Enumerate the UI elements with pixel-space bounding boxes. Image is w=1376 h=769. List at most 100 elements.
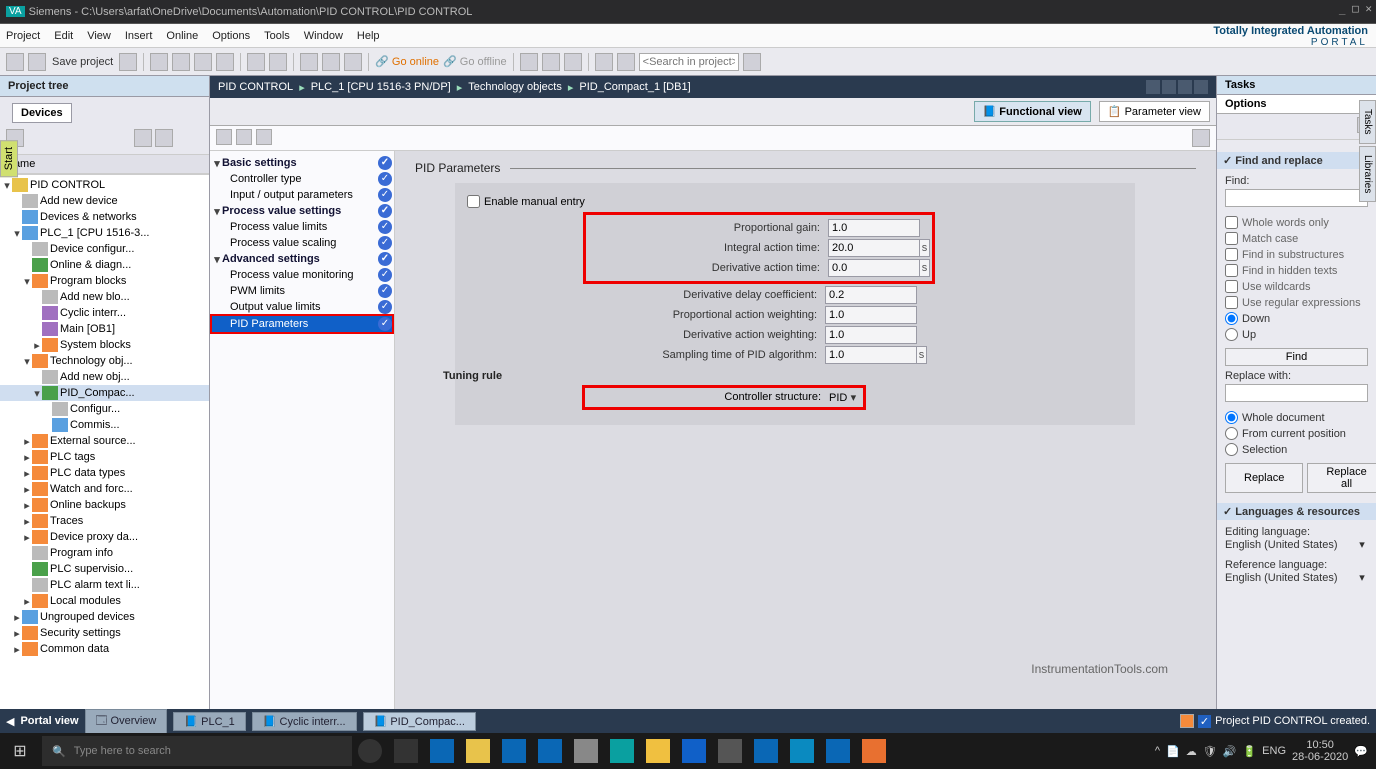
ref-lang-combo[interactable]: English (United States)▾ <box>1225 571 1368 584</box>
crumb-3[interactable]: PID_Compact_1 [DB1] <box>579 81 690 93</box>
download-icon[interactable] <box>322 53 340 71</box>
side-libraries[interactable]: Libraries <box>1359 146 1376 202</box>
win-search[interactable]: 🔍 Type here to search <box>42 736 352 766</box>
replace-input[interactable] <box>1225 384 1368 402</box>
app2-icon[interactable] <box>754 739 778 763</box>
replace-btn[interactable]: Replace <box>1225 463 1303 493</box>
project-search[interactable] <box>639 53 739 71</box>
menu-options[interactable]: Options <box>212 30 250 42</box>
new-icon[interactable] <box>6 53 24 71</box>
menu-window[interactable]: Window <box>304 30 343 42</box>
portal-view-btn[interactable]: Portal view <box>20 715 78 727</box>
nav-pv[interactable]: Process value settings <box>222 205 341 217</box>
cb-wild[interactable] <box>1225 280 1238 293</box>
rad-from-pos[interactable] <box>1225 427 1238 440</box>
tree-tool-3[interactable] <box>155 129 173 147</box>
mode-icon-3[interactable] <box>256 129 272 145</box>
enable-manual-check[interactable] <box>467 195 480 208</box>
sample-input[interactable] <box>825 346 917 364</box>
cb-sub[interactable] <box>1225 248 1238 261</box>
nav-pwm[interactable]: PWM limits <box>230 285 285 297</box>
project-tree[interactable]: ▾PID CONTROL Add new device Devices & ne… <box>0 174 209 730</box>
nav-adv[interactable]: Advanced settings <box>222 253 320 265</box>
rad-selection[interactable] <box>1225 443 1238 456</box>
copy-icon[interactable] <box>172 53 190 71</box>
split-icon[interactable] <box>595 53 613 71</box>
paint-icon[interactable] <box>574 739 598 763</box>
redo-icon[interactable] <box>269 53 287 71</box>
menu-project[interactable]: Project <box>6 30 40 42</box>
sim-icon[interactable] <box>520 53 538 71</box>
app4-icon[interactable] <box>862 739 886 763</box>
left-side-start[interactable]: Start <box>0 140 18 177</box>
go-online-btn[interactable]: 🔗 Go online <box>375 55 439 68</box>
cut-icon[interactable] <box>150 53 168 71</box>
menu-edit[interactable]: Edit <box>54 30 73 42</box>
find-input[interactable] <box>1225 189 1368 207</box>
crumb-1[interactable]: PLC_1 [CPU 1516-3 PN/DP] <box>311 81 451 93</box>
mode-icon-2[interactable] <box>236 129 252 145</box>
parameter-view-tab[interactable]: 📋 Parameter view <box>1099 101 1210 122</box>
save-icon[interactable] <box>119 53 137 71</box>
paste-icon[interactable] <box>194 53 212 71</box>
undo-icon[interactable] <box>247 53 265 71</box>
nav-io[interactable]: Input / output parameters <box>230 189 353 201</box>
start-icon[interactable]: ⊞ <box>0 741 40 761</box>
nav-pid[interactable]: PID Parameters <box>230 318 308 330</box>
menu-help[interactable]: Help <box>357 30 380 42</box>
compile-icon[interactable] <box>300 53 318 71</box>
ctrl-struct-combo[interactable]: PID▾ <box>829 391 859 404</box>
prop-weight-input[interactable] <box>825 306 917 324</box>
devices-tab[interactable]: Devices <box>12 103 72 123</box>
cortana-icon[interactable] <box>358 739 382 763</box>
nav-basic[interactable]: Basic settings <box>222 157 297 169</box>
nav-out-lim[interactable]: Output value limits <box>230 301 320 313</box>
lang-sec[interactable]: ✓ Languages & resources <box>1217 503 1376 520</box>
rad-whole-doc[interactable] <box>1225 411 1238 424</box>
der-delay-input[interactable] <box>825 286 917 304</box>
find-replace-sec[interactable]: ✓ Find and replace <box>1217 152 1376 169</box>
cb-match[interactable] <box>1225 232 1238 245</box>
app3-icon[interactable] <box>790 739 814 763</box>
rad-down[interactable] <box>1225 312 1238 325</box>
editor-win-ops[interactable] <box>1146 80 1208 94</box>
menu-tools[interactable]: Tools <box>264 30 290 42</box>
nav-pv-mon[interactable]: Process value monitoring <box>230 269 354 281</box>
search-go-icon[interactable] <box>743 53 761 71</box>
edge-icon[interactable] <box>430 739 454 763</box>
sb-cyclic[interactable]: 📘 Cyclic interr... <box>252 712 357 731</box>
prop-gain-input[interactable] <box>828 219 920 237</box>
system-tray[interactable]: ^📄☁🛡🔊🔋ENG 10:5028-06-2020 💬 <box>1147 739 1376 763</box>
rad-up[interactable] <box>1225 328 1238 341</box>
mode-icon-right[interactable] <box>1192 129 1210 147</box>
nav-pv-scale[interactable]: Process value scaling <box>230 237 336 249</box>
stop-icon[interactable] <box>564 53 582 71</box>
chrome-icon[interactable] <box>646 739 670 763</box>
sb-pid[interactable]: 📘 PID_Compac... <box>363 712 476 731</box>
save-project-btn[interactable]: Save project <box>50 56 115 68</box>
nav-ctrl-type[interactable]: Controller type <box>230 173 302 185</box>
nav-pv-lim[interactable]: Process value limits <box>230 221 327 233</box>
explorer-icon[interactable] <box>466 739 490 763</box>
sb-plc1[interactable]: 📘 PLC_1 <box>173 712 245 731</box>
sb-overview[interactable]: 🗔 Overview <box>85 709 168 734</box>
functional-view-tab[interactable]: 📘 Functional view <box>974 101 1091 122</box>
open-icon[interactable] <box>28 53 46 71</box>
int-time-input[interactable] <box>828 239 920 257</box>
delete-icon[interactable] <box>216 53 234 71</box>
der-weight-input[interactable] <box>825 326 917 344</box>
replace-all-btn[interactable]: Replace all <box>1307 463 1376 493</box>
mode-icon-1[interactable] <box>216 129 232 145</box>
app1-icon[interactable] <box>718 739 742 763</box>
teamviewer-icon[interactable] <box>826 739 850 763</box>
der-time-input[interactable] <box>828 259 920 277</box>
monitor-icon[interactable] <box>542 53 560 71</box>
word-icon[interactable] <box>682 739 706 763</box>
taskview-icon[interactable] <box>394 739 418 763</box>
window-ops[interactable]: _ □ ✕ <box>1339 2 1372 15</box>
layout-icon[interactable] <box>617 53 635 71</box>
cb-hidden[interactable] <box>1225 264 1238 277</box>
options-tab[interactable]: Options <box>1217 95 1376 114</box>
tia-icon[interactable] <box>610 739 634 763</box>
store-icon[interactable] <box>502 739 526 763</box>
